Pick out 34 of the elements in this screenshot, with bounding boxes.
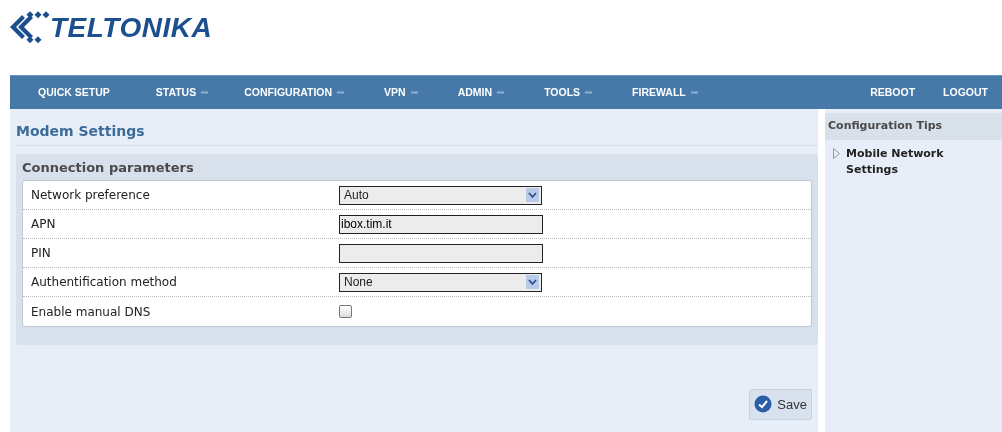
caret-icon <box>410 91 418 94</box>
input-field[interactable]: ibox.tim.it <box>339 214 543 234</box>
caret-icon <box>337 91 345 94</box>
field-label: Network preference <box>30 187 151 205</box>
dropdown-field[interactable]: None <box>339 272 542 292</box>
field-label: PIN <box>30 245 52 263</box>
nav-menu-item[interactable]: TOOLS <box>544 84 593 101</box>
field-label: APN <box>30 216 57 234</box>
page-title: Modem Settings <box>16 123 818 146</box>
nav-menu-item[interactable]: REBOOT <box>870 84 916 101</box>
nav-menu-item[interactable]: STATUS <box>155 84 209 101</box>
caret-icon <box>497 91 505 94</box>
nav-menu-item[interactable]: CONFIGURATION <box>244 84 345 101</box>
nav-menu-item[interactable]: VPN <box>384 84 418 101</box>
input-field[interactable] <box>339 243 543 263</box>
logo-icon <box>8 10 50 44</box>
checkbox[interactable] <box>339 305 352 319</box>
tip-link[interactable]: Mobile Network Settings <box>825 139 1002 185</box>
nav-menu-item[interactable]: LOGOUT <box>943 84 988 101</box>
caret-icon <box>585 91 593 94</box>
nav-menu-item[interactable]: QUICK SETUP <box>38 84 110 101</box>
nav-menu-item[interactable]: ADMIN <box>457 84 505 101</box>
field-label: Enable manual DNS <box>30 303 152 321</box>
caret-icon <box>690 91 698 94</box>
check-icon <box>754 395 773 414</box>
caret-icon <box>201 91 209 94</box>
section-title: Connection parameters <box>22 158 195 177</box>
nav-menu-item[interactable]: FIREWALL <box>632 84 698 101</box>
sidebar-title: Configuration Tips <box>825 113 1002 140</box>
save-button[interactable]: Save <box>749 388 812 420</box>
field-label: Authentification method <box>30 274 178 292</box>
logo-text: TELTONIKA <box>50 11 213 45</box>
dropdown-field[interactable]: Auto <box>339 185 542 205</box>
triangle-icon <box>833 147 840 159</box>
